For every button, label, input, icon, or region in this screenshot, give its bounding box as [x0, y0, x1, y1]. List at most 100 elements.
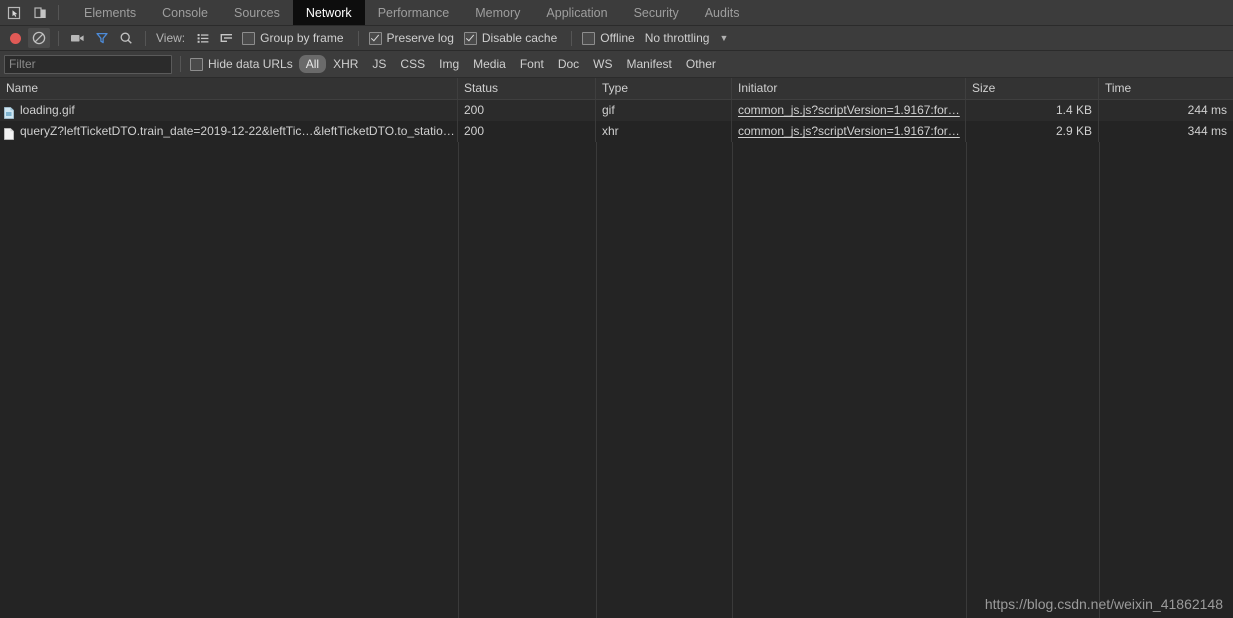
group-by-frame-checkbox[interactable]: Group by frame: [240, 31, 349, 45]
cell-size: 2.9 KB: [966, 121, 1099, 142]
filter-type-label: WS: [593, 57, 613, 71]
offline-checkbox[interactable]: Offline: [580, 31, 640, 45]
initiator-link[interactable]: common_js.js?scriptVersion=1.9167:for…: [738, 121, 965, 142]
devtools-tabbar: Elements Console Sources Network Perform…: [0, 0, 1233, 26]
waterfall-view-icon[interactable]: [216, 28, 238, 48]
tab-performance[interactable]: Performance: [365, 0, 463, 25]
filter-type-manifest[interactable]: Manifest: [620, 55, 679, 73]
column-header-time[interactable]: Time: [1099, 78, 1233, 99]
filter-type-other[interactable]: Other: [679, 55, 723, 73]
devtools-window: Elements Console Sources Network Perform…: [0, 0, 1233, 618]
cell-size: 1.4 KB: [966, 100, 1099, 121]
filter-type-js[interactable]: JS: [365, 55, 393, 73]
page-watermark: https://blog.csdn.net/weixin_41862148: [984, 596, 1223, 612]
record-circle-icon[interactable]: [4, 28, 26, 48]
column-divider: [732, 78, 733, 618]
cell-name: loading.gif: [0, 100, 458, 121]
filter-type-doc[interactable]: Doc: [551, 55, 586, 73]
filter-type-label: CSS: [400, 57, 426, 71]
dock-icon-group: [0, 0, 71, 25]
table-row[interactable]: queryZ?leftTicketDTO.train_date=2019-12-…: [0, 121, 1233, 142]
tab-elements[interactable]: Elements: [71, 0, 149, 25]
tab-console[interactable]: Console: [149, 0, 221, 25]
disable-cache-label: Disable cache: [481, 31, 558, 45]
filter-type-media[interactable]: Media: [466, 55, 513, 73]
filter-type-label: Font: [519, 57, 544, 71]
image-file-icon: [4, 105, 14, 119]
filter-type-all[interactable]: All: [298, 55, 327, 73]
panel-tabs: Elements Console Sources Network Perform…: [71, 0, 752, 25]
tab-memory[interactable]: Memory: [462, 0, 533, 25]
checkbox-box: [190, 57, 203, 71]
tab-label: Performance: [377, 5, 450, 20]
throttling-select[interactable]: No throttling: [643, 31, 710, 45]
record-dot: [9, 32, 21, 44]
list-view-icon[interactable]: [192, 28, 214, 48]
column-header-status[interactable]: Status: [458, 78, 596, 99]
tab-audits[interactable]: Audits: [692, 0, 753, 25]
column-header-size[interactable]: Size: [966, 78, 1099, 99]
cell-type: xhr: [596, 121, 732, 142]
resource-type-filters: All XHR JS CSS Img Media Font Doc WS Man…: [298, 55, 723, 73]
filter-type-label: JS: [372, 57, 387, 71]
group-by-frame-label: Group by frame: [260, 31, 344, 45]
chevron-down-icon[interactable]: ▼: [711, 33, 734, 43]
search-magnifier-icon[interactable]: [115, 28, 137, 48]
filter-type-label: Other: [685, 57, 716, 71]
filter-type-label: All: [305, 57, 320, 71]
tab-security[interactable]: Security: [621, 0, 692, 25]
column-header-initiator[interactable]: Initiator: [732, 78, 966, 99]
offline-label: Offline: [600, 31, 635, 45]
cell-status: 200: [458, 100, 596, 121]
device-toolbar-icon[interactable]: [30, 3, 50, 23]
filterbar-divider: [180, 56, 181, 72]
tab-network[interactable]: Network: [292, 0, 365, 25]
filter-type-font[interactable]: Font: [513, 55, 551, 73]
network-request-table: Name Status Type Initiator Size Time loa…: [0, 78, 1233, 618]
disable-cache-checkbox[interactable]: Disable cache: [462, 31, 563, 45]
filter-type-img[interactable]: Img: [432, 55, 466, 73]
request-name: queryZ?leftTicketDTO.train_date=2019-12-…: [20, 124, 457, 138]
tab-label: Sources: [233, 5, 280, 20]
filter-input[interactable]: [4, 54, 172, 74]
toolbar-divider: [357, 30, 359, 46]
column-dividers: [0, 78, 1233, 618]
cell-status: 200: [458, 121, 596, 142]
hide-data-urls-label: Hide data URLs: [208, 57, 293, 71]
filter-type-label: Doc: [557, 57, 580, 71]
network-toolbar: View: Group by frame Preserve log Disabl…: [0, 26, 1233, 51]
cell-type: gif: [596, 100, 732, 121]
request-name: loading.gif: [20, 103, 75, 117]
view-label: View:: [156, 31, 186, 45]
document-file-icon: [4, 126, 14, 140]
inspect-element-icon[interactable]: [4, 3, 24, 23]
cell-time: 344 ms: [1187, 124, 1227, 138]
checkbox-box: [242, 31, 256, 45]
cell-initiator: common_js.js?scriptVersion=1.9167:for…: [732, 121, 966, 142]
cell-name: queryZ?leftTicketDTO.train_date=2019-12-…: [0, 121, 458, 142]
column-header-name[interactable]: Name: [0, 78, 458, 99]
filter-type-ws[interactable]: WS: [586, 55, 619, 73]
clear-no-entry-icon[interactable]: [28, 28, 50, 48]
table-row[interactable]: loading.gif 200 gif common_js.js?scriptV…: [0, 100, 1233, 121]
tab-application[interactable]: Application: [533, 0, 620, 25]
hide-data-urls-checkbox[interactable]: Hide data URLs: [188, 57, 299, 71]
tab-label: Network: [305, 5, 352, 20]
initiator-link[interactable]: common_js.js?scriptVersion=1.9167:for…: [738, 100, 965, 121]
table-body: loading.gif 200 gif common_js.js?scriptV…: [0, 100, 1233, 142]
table-header-row: Name Status Type Initiator Size Time: [0, 78, 1233, 100]
tab-label: Security: [633, 5, 679, 20]
tab-label: Elements: [84, 5, 137, 20]
column-header-type[interactable]: Type: [596, 78, 732, 99]
checkbox-box: [582, 31, 596, 45]
filter-type-xhr[interactable]: XHR: [326, 55, 365, 73]
filter-type-css[interactable]: CSS: [393, 55, 432, 73]
tab-sources[interactable]: Sources: [221, 0, 293, 25]
toolbar-divider: [145, 30, 146, 46]
checkbox-box: [463, 31, 477, 45]
preserve-log-checkbox[interactable]: Preserve log: [367, 31, 460, 45]
toolbar-divider: [58, 30, 59, 46]
camera-icon[interactable]: [67, 28, 89, 48]
cell-initiator: common_js.js?scriptVersion=1.9167:for…: [732, 100, 966, 121]
funnel-filter-icon[interactable]: [91, 28, 113, 48]
